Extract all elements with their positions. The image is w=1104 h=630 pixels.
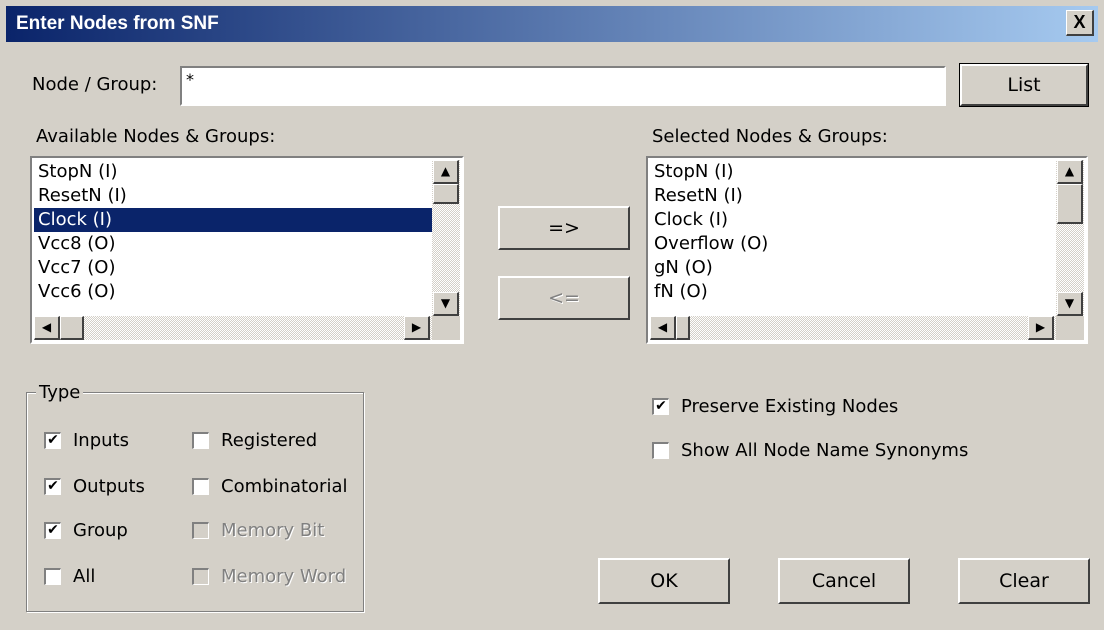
- close-icon: X: [1073, 12, 1086, 32]
- group-checkbox[interactable]: ✔ Group: [44, 520, 128, 541]
- selected-vscroll-thumb[interactable]: [1057, 184, 1083, 224]
- selected-hscroll[interactable]: ◀ ▶: [650, 316, 1084, 340]
- selected-vscroll[interactable]: ▲ ▼: [1056, 160, 1084, 316]
- registered-label: Registered: [221, 430, 318, 451]
- list-item[interactable]: Clock (I): [34, 208, 432, 232]
- all-checkbox[interactable]: All: [44, 566, 95, 587]
- type-group-title: Type: [36, 382, 84, 403]
- check-icon[interactable]: ✔: [44, 522, 61, 539]
- list-item[interactable]: Vcc8 (O): [34, 232, 432, 256]
- available-vscroll[interactable]: ▲ ▼: [432, 160, 460, 316]
- inputs-checkbox[interactable]: ✔ Inputs: [44, 430, 129, 451]
- check-icon[interactable]: ✔: [44, 478, 61, 495]
- scroll-up-icon[interactable]: ▲: [1057, 160, 1083, 184]
- scroll-right-icon[interactable]: ▶: [1028, 316, 1054, 340]
- scroll-left-icon[interactable]: ◀: [650, 316, 676, 340]
- check-icon[interactable]: [192, 522, 209, 539]
- list-item[interactable]: Vcc7 (O): [34, 256, 432, 280]
- list-button[interactable]: List: [959, 63, 1089, 107]
- list-item[interactable]: gN (O): [650, 256, 1056, 280]
- scroll-right-icon[interactable]: ▶: [404, 316, 430, 340]
- outputs-label: Outputs: [73, 476, 145, 497]
- node-group-input[interactable]: *: [180, 66, 946, 106]
- window-title: Enter Nodes from SNF: [16, 13, 219, 34]
- check-icon[interactable]: [192, 478, 209, 495]
- check-icon[interactable]: ✔: [652, 398, 669, 415]
- check-icon[interactable]: [44, 568, 61, 585]
- scroll-down-icon[interactable]: ▼: [433, 292, 459, 316]
- memory-bit-label: Memory Bit: [221, 520, 325, 541]
- group-label: Group: [73, 520, 128, 541]
- check-icon[interactable]: ✔: [44, 432, 61, 449]
- selected-listbox[interactable]: StopN (I) ResetN (I) Clock (I) Overflow (O)…: [646, 156, 1088, 344]
- cancel-button[interactable]: Cancel: [778, 558, 910, 604]
- ok-button[interactable]: OK: [598, 558, 730, 604]
- combinatorial-checkbox[interactable]: Combinatorial: [192, 476, 347, 497]
- close-button[interactable]: X: [1066, 10, 1094, 36]
- list-item[interactable]: Overflow (O): [650, 232, 1056, 256]
- remove-button[interactable]: <=: [498, 276, 630, 320]
- all-label: All: [73, 566, 96, 587]
- registered-checkbox[interactable]: Registered: [192, 430, 317, 451]
- dialog-window: Enter Nodes from SNF X Node / Group: * L…: [0, 0, 1104, 630]
- scroll-corner: [1056, 316, 1084, 340]
- available-hscroll[interactable]: ◀ ▶: [34, 316, 460, 340]
- preserve-checkbox[interactable]: ✔ Preserve Existing Nodes: [652, 396, 898, 417]
- check-icon[interactable]: [192, 432, 209, 449]
- selected-items: StopN (I) ResetN (I) Clock (I) Overflow (O)…: [650, 160, 1056, 316]
- synonyms-label: Show All Node Name Synonyms: [681, 440, 969, 461]
- scroll-left-icon[interactable]: ◀: [34, 316, 60, 340]
- clear-button[interactable]: Clear: [958, 558, 1090, 604]
- available-items: StopN (I) ResetN (I) Clock (I) Vcc8 (O) Vcc7…: [34, 160, 432, 316]
- preserve-label: Preserve Existing Nodes: [681, 396, 899, 417]
- add-button[interactable]: =>: [498, 206, 630, 250]
- list-item[interactable]: StopN (I): [34, 160, 432, 184]
- list-item[interactable]: ResetN (I): [650, 184, 1056, 208]
- list-item[interactable]: Clock (I): [650, 208, 1056, 232]
- list-item[interactable]: fN (O): [650, 280, 1056, 304]
- memory-word-checkbox[interactable]: Memory Word: [192, 566, 346, 587]
- inputs-label: Inputs: [73, 430, 129, 451]
- available-hscroll-thumb[interactable]: [60, 316, 84, 340]
- combinatorial-label: Combinatorial: [221, 476, 348, 497]
- list-item[interactable]: StopN (I): [650, 160, 1056, 184]
- title-bar: Enter Nodes from SNF X: [6, 6, 1098, 42]
- outputs-checkbox[interactable]: ✔ Outputs: [44, 476, 145, 497]
- scroll-corner: [432, 316, 460, 340]
- selected-label: Selected Nodes & Groups:: [652, 126, 888, 147]
- available-listbox[interactable]: StopN (I) ResetN (I) Clock (I) Vcc8 (O) Vcc7…: [30, 156, 464, 344]
- scroll-down-icon[interactable]: ▼: [1057, 292, 1083, 316]
- selected-hscroll-thumb[interactable]: [676, 316, 690, 340]
- memory-bit-checkbox[interactable]: Memory Bit: [192, 520, 324, 541]
- scroll-up-icon[interactable]: ▲: [433, 160, 459, 184]
- node-group-label: Node / Group:: [32, 74, 158, 95]
- memory-word-label: Memory Word: [221, 566, 347, 587]
- node-group-value: *: [186, 70, 194, 89]
- synonyms-checkbox[interactable]: Show All Node Name Synonyms: [652, 440, 968, 461]
- available-vscroll-thumb[interactable]: [433, 184, 459, 204]
- list-item[interactable]: Vcc6 (O): [34, 280, 432, 304]
- check-icon[interactable]: [192, 568, 209, 585]
- check-icon[interactable]: [652, 442, 669, 459]
- available-label: Available Nodes & Groups:: [36, 126, 276, 147]
- list-item[interactable]: ResetN (I): [34, 184, 432, 208]
